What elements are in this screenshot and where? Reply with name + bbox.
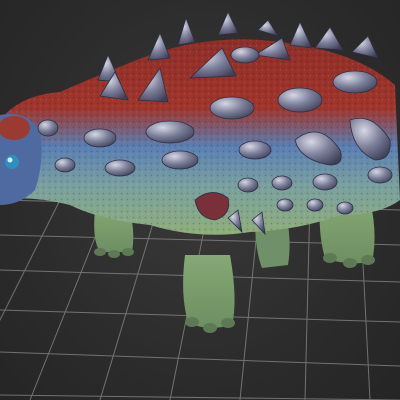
viewport-canvas[interactable] [0, 0, 400, 400]
3d-viewport[interactable] [0, 0, 400, 400]
ankylosaur-model[interactable] [0, 11, 400, 333]
eye-icon [5, 155, 19, 169]
